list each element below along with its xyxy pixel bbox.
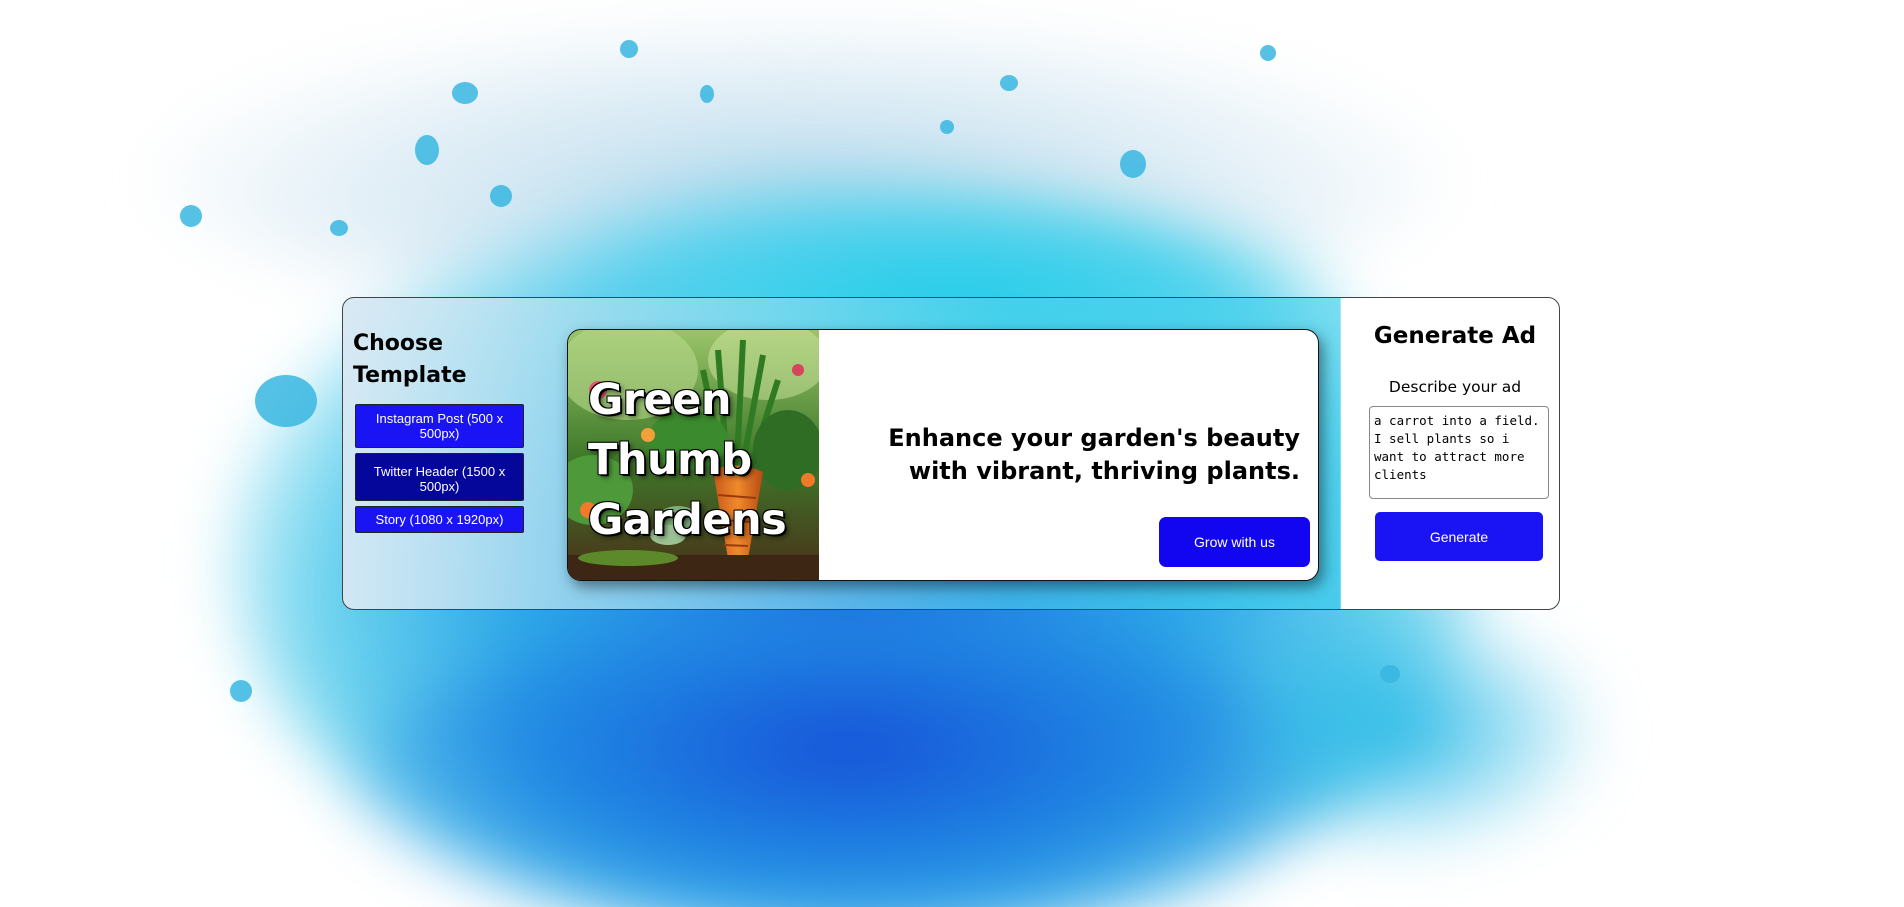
- ad-cta-button[interactable]: Grow with us: [1159, 517, 1310, 567]
- template-instagram-post-button[interactable]: Instagram Post (500 x 500px): [355, 404, 524, 448]
- ad-brand-name: Green Thumb Gardens: [588, 375, 787, 545]
- ad-headline: Enhance your garden's beauty with vibran…: [888, 424, 1300, 485]
- generate-button[interactable]: Generate: [1375, 512, 1543, 561]
- describe-ad-label: Describe your ad: [1388, 378, 1522, 396]
- ad-description-input[interactable]: a carrot into a field. I sell plants so …: [1369, 406, 1549, 499]
- ad-preview: Green Thumb Gardens Enhance your garden'…: [567, 329, 1319, 581]
- generate-ad-heading: Generate Ad: [1373, 323, 1537, 349]
- template-story-button[interactable]: Story (1080 x 1920px): [355, 506, 524, 533]
- choose-template-heading: Choose Template: [353, 331, 467, 388]
- ad-generator-panel: Choose Template Instagram Post (500 x 50…: [342, 297, 1560, 610]
- generate-ad-form: Generate Ad Describe your ad a carrot in…: [1351, 298, 1559, 609]
- template-chooser: Choose Template Instagram Post (500 x 50…: [353, 328, 538, 538]
- template-twitter-header-button[interactable]: Twitter Header (1500 x 500px): [355, 453, 524, 501]
- ad-garden-image: Green Thumb Gardens: [568, 330, 819, 580]
